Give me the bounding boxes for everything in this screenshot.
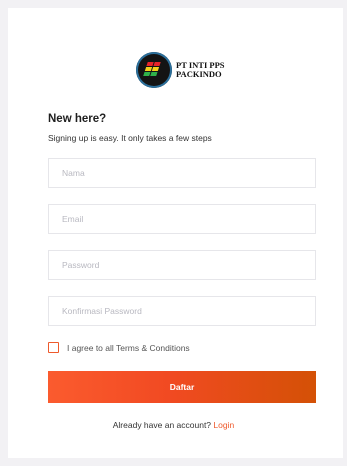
brand-name: PT INTI PPS PACKINDO bbox=[176, 61, 225, 79]
terms-label: I agree to all Terms & Conditions bbox=[67, 342, 190, 353]
confirm-password-input[interactable] bbox=[48, 296, 316, 326]
brand-logo: PT INTI PPS PACKINDO bbox=[136, 52, 225, 88]
pps-block-logo-icon bbox=[136, 52, 172, 88]
page-title: New here? bbox=[48, 113, 107, 125]
login-prompt-text: Already have an account? bbox=[112, 420, 212, 430]
login-link[interactable]: Login bbox=[213, 420, 234, 430]
name-input[interactable] bbox=[48, 158, 316, 188]
signup-subtext: Signing up is easy. It only takes a few … bbox=[48, 133, 212, 143]
register-button[interactable]: Daftar bbox=[48, 371, 316, 403]
brand-name-line2: PACKINDO bbox=[176, 69, 222, 79]
terms-checkbox[interactable] bbox=[48, 342, 59, 353]
login-prompt-line: Already have an account? Login bbox=[0, 420, 347, 430]
terms-agreement: I agree to all Terms & Conditions bbox=[48, 342, 190, 353]
password-input[interactable] bbox=[48, 250, 316, 280]
email-input[interactable] bbox=[48, 204, 316, 234]
